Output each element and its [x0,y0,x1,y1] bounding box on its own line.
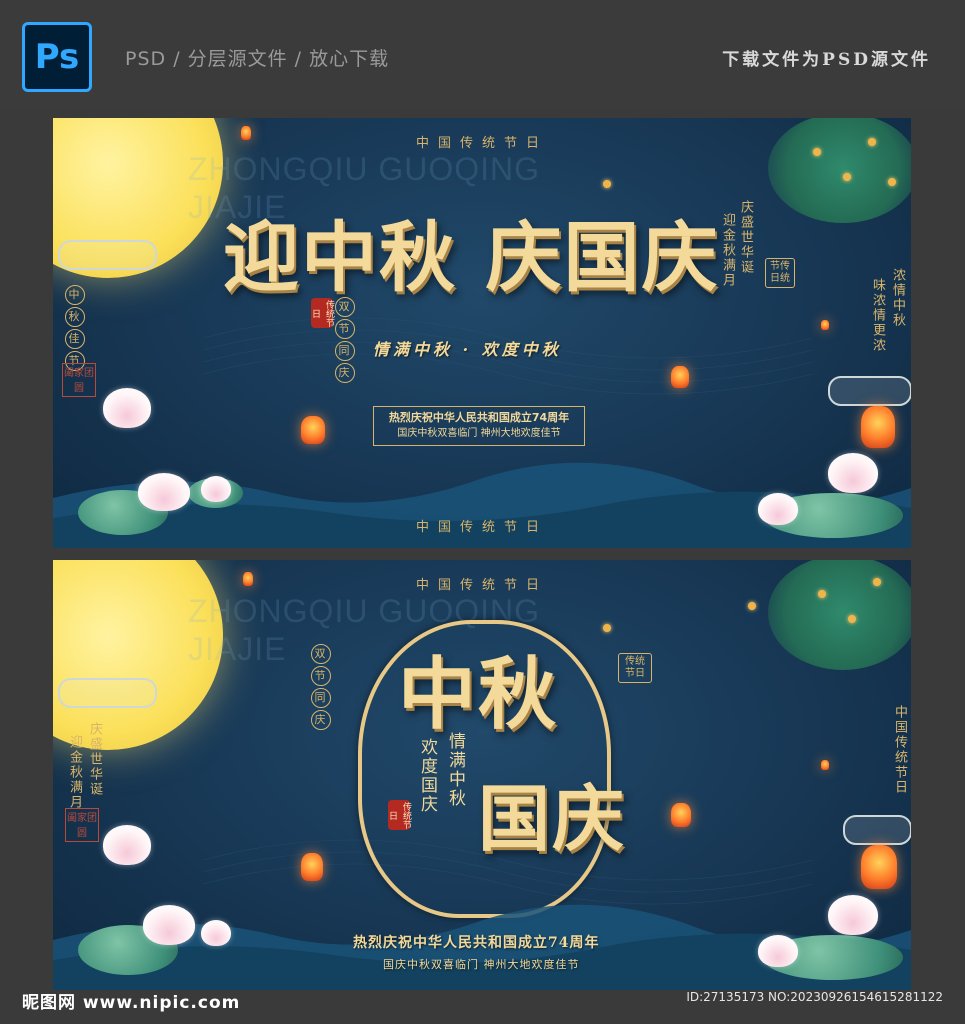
side-column-1: 情满中秋 [445,732,465,808]
circle-char: 佳 [65,329,85,349]
lotus-flower [103,388,151,428]
sky-lantern [241,126,251,140]
square-seal: 阖家团圆 [65,808,99,842]
circle-char: 节 [311,666,331,686]
lotus-flower [828,453,878,493]
bottom-line-2: 国庆中秋双喜临门 神州大地欢度佳节 [383,958,580,971]
circle-char: 双 [311,644,331,664]
image-id-label: ID:27135173 NO:20230926154615281122 [686,990,943,1004]
osmanthus-blossom [818,590,826,598]
lotus-flower [201,920,231,946]
lotus-flower [201,476,231,502]
right-vertical-4: 味浓情更浓 [870,278,885,353]
festival-box-tag: 传统节日 [618,653,652,683]
nipic-site-label: 昵图网 www.nipic.com [22,993,241,1013]
banner-horizontal-2: ZHONGQIU GUOQING JIAJIE 中国传统节日 双 节 同 庆 庆… [53,560,911,990]
circle-char: 中 [65,285,85,305]
circle-char: 同 [335,341,355,361]
psd-caption: PSD / 分层源文件 / 放心下载 [125,48,390,70]
circle-char: 节 [335,319,355,339]
sky-lantern [671,803,691,827]
osmanthus-blossom [603,180,611,188]
photoshop-logo-icon: Ps [22,22,92,92]
osmanthus-blossom [603,624,611,632]
cloud-right [843,815,911,845]
osmanthus-blossom [868,138,876,146]
osmanthus-blossom [873,578,881,586]
red-seal: 传统节日 [387,800,411,830]
cloud-left [58,240,157,270]
right-vertical-2: 迎金秋满月 [720,213,735,288]
lotus-flower [143,905,195,945]
cloud-left [58,678,157,708]
lotus-flower [828,895,878,935]
circle-char: 庆 [311,710,331,730]
lotus-flower [138,473,190,511]
circle-char: 双 [335,297,355,317]
osmanthus-branch [768,560,911,670]
circle-char: 秋 [65,307,85,327]
osmanthus-blossom [848,615,856,623]
main-calligraphy-a: 中秋 [398,649,559,740]
right-vertical: 中国传统节日 [892,705,907,795]
circle-char: 庆 [335,363,355,383]
circle-char: 同 [311,688,331,708]
double-festival-column: 双 节 同 庆 [311,642,331,732]
osmanthus-blossom [813,148,821,156]
sky-lantern [821,320,829,330]
download-note: 下载文件为PSD源文件 [722,50,931,70]
sky-lantern [243,572,253,586]
calligraphy-subtitle: 情满中秋 · 欢度中秋 [373,340,562,359]
bottom-line-1: 热烈庆祝中华人民共和国成立74周年 [353,935,600,951]
osmanthus-blossom [843,173,851,181]
banner-horizontal-1: ZHONGQIU GUOQING JIAJIE 中国传统节日 中 秋 佳 节 阖… [53,118,911,548]
square-seal: 阖家团圆 [62,363,96,397]
left-vertical-1: 庆盛世华诞 [87,722,102,797]
left-vertical-2: 迎金秋满月 [67,735,82,810]
sky-lantern [671,366,689,388]
festival-box-tag: 节传日统 [765,258,795,288]
lotus-flower [103,825,151,865]
top-bar: Ps PSD / 分层源文件 / 放心下载 下载文件为PSD源文件 [0,0,965,110]
right-vertical-1: 庆盛世华诞 [738,200,753,275]
bottom-tagline: 中国传统节日 [415,520,548,535]
main-calligraphy-title: 迎中秋 庆国庆 [223,213,720,302]
lotus-flower [758,935,798,967]
red-seal: 传统节日 [310,298,334,328]
osmanthus-blossom [888,178,896,186]
side-column-2: 欢度国庆 [417,738,437,814]
right-vertical-3: 浓情中秋 [890,268,905,328]
sky-lantern [821,760,829,770]
double-festival-column: 双 节 同 庆 [335,295,355,385]
cloud-right [828,376,911,406]
osmanthus-blossom [748,602,756,610]
left-circle-column: 中 秋 佳 节 [65,283,85,373]
